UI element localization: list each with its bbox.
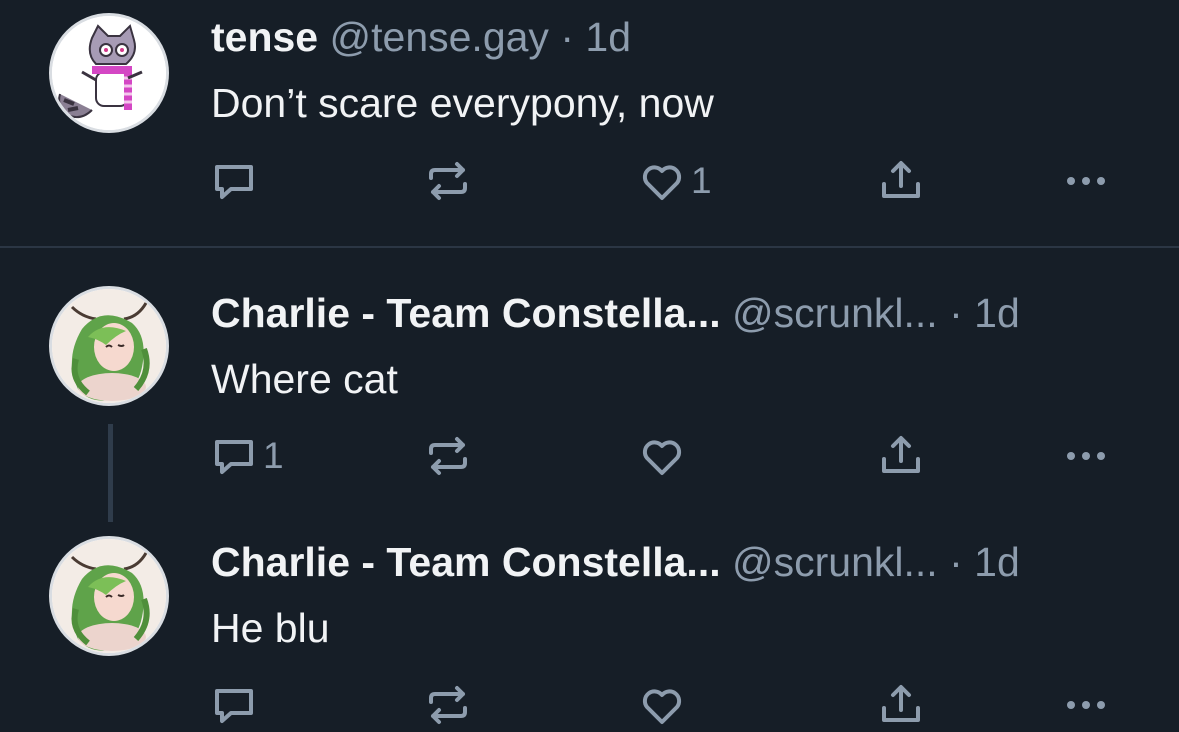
- repost-icon: [429, 686, 467, 724]
- avatar[interactable]: [49, 536, 169, 656]
- green-hair-avatar-icon: [52, 289, 166, 403]
- heart-icon: [642, 689, 682, 724]
- author-name[interactable]: Charlie - Team Constella...: [211, 539, 721, 585]
- reply-button[interactable]: [211, 158, 263, 204]
- like-button[interactable]: [639, 682, 691, 728]
- separator-dot: ·: [560, 14, 574, 60]
- reply-icon: [215, 165, 253, 199]
- post-text: He blu: [211, 605, 330, 651]
- repost-button[interactable]: [425, 433, 477, 479]
- heart-icon: [642, 165, 682, 200]
- thread-line: [108, 424, 113, 522]
- share-button[interactable]: [878, 682, 924, 728]
- raccoon-avatar-icon: [52, 16, 166, 130]
- post-text: Don’t scare everypony, now: [211, 80, 714, 126]
- post-time[interactable]: 1d: [585, 14, 631, 60]
- more-button[interactable]: [1063, 682, 1109, 728]
- repost-button[interactable]: [425, 158, 477, 204]
- reply-count: 1: [263, 435, 284, 476]
- post-3[interactable]: Charlie - Team Constella... @scrunkl... …: [0, 520, 1179, 732]
- post-time[interactable]: 1d: [974, 539, 1020, 585]
- post-1[interactable]: tense @tense.gay · 1d Don’t scare everyp…: [0, 0, 1179, 246]
- post-2[interactable]: Charlie - Team Constella... @scrunkl... …: [0, 248, 1179, 520]
- repost-icon: [429, 437, 467, 475]
- more-icon: [1067, 701, 1105, 709]
- share-button[interactable]: [878, 433, 924, 479]
- separator-dot: ·: [949, 290, 963, 336]
- author-name[interactable]: tense: [211, 14, 318, 60]
- author-handle[interactable]: @tense.gay: [330, 14, 549, 60]
- post-text: Where cat: [211, 356, 398, 402]
- author-handle[interactable]: @scrunkl...: [732, 539, 938, 585]
- share-icon: [882, 685, 920, 722]
- reply-button[interactable]: 1: [211, 433, 284, 479]
- avatar[interactable]: [49, 13, 169, 133]
- avatar[interactable]: [49, 286, 169, 406]
- post-header: Charlie - Team Constella... @scrunkl... …: [211, 542, 1020, 583]
- heart-icon: [642, 440, 682, 475]
- reply-button[interactable]: [211, 682, 263, 728]
- more-icon: [1067, 177, 1105, 185]
- post-header: Charlie - Team Constella... @scrunkl... …: [211, 293, 1020, 334]
- share-icon: [882, 436, 920, 473]
- repost-button[interactable]: [425, 682, 477, 728]
- separator-dot: ·: [949, 539, 963, 585]
- repost-icon: [429, 162, 467, 200]
- share-icon: [882, 161, 920, 198]
- author-name[interactable]: Charlie - Team Constella...: [211, 290, 721, 336]
- reply-icon: [215, 689, 253, 723]
- more-button[interactable]: [1063, 158, 1109, 204]
- post-header: tense @tense.gay · 1d: [211, 17, 631, 58]
- more-icon: [1067, 452, 1105, 460]
- more-button[interactable]: [1063, 433, 1109, 479]
- post-feed: tense @tense.gay · 1d Don’t scare everyp…: [0, 0, 1179, 732]
- green-hair-avatar-icon: [52, 539, 166, 653]
- like-button[interactable]: 1: [639, 158, 712, 204]
- like-button[interactable]: [639, 433, 691, 479]
- reply-icon: [215, 440, 253, 474]
- author-handle[interactable]: @scrunkl...: [732, 290, 938, 336]
- like-count: 1: [691, 160, 712, 201]
- post-time[interactable]: 1d: [974, 290, 1020, 336]
- share-button[interactable]: [878, 158, 924, 204]
